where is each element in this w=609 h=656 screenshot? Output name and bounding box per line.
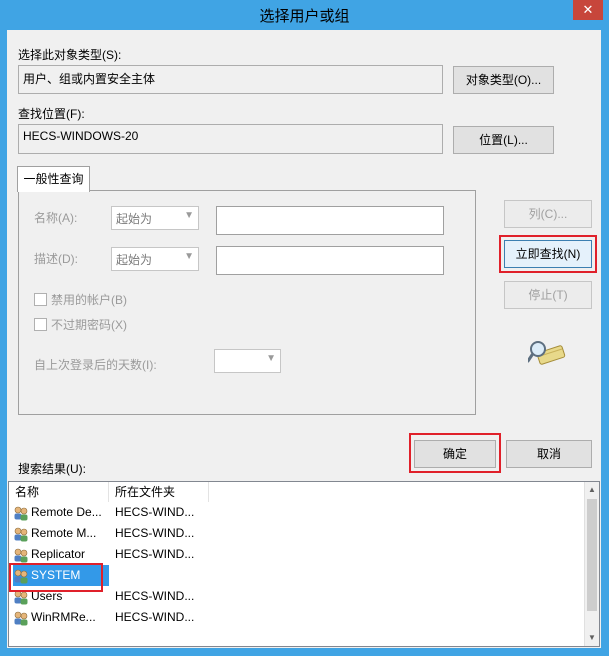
row-name-cell: Remote De... <box>13 502 109 523</box>
search-results-label: 搜索结果(U): <box>18 462 86 476</box>
row-name-cell: WinRMRe... <box>13 607 109 628</box>
close-button[interactable]: ✕ <box>573 0 603 20</box>
title-bar[interactable]: 选择用户或组 ✕ <box>0 0 609 30</box>
name-match-value: 起始为 <box>116 212 153 226</box>
cancel-button[interactable]: 取消 <box>506 440 592 468</box>
vertical-scrollbar[interactable]: ▲ ▼ <box>584 482 599 646</box>
object-types-button[interactable]: 对象类型(O)... <box>453 66 554 94</box>
magnifier-search-icon <box>528 341 566 365</box>
select-users-dialog: 选择用户或组 ✕ 选择此对象类型(S): 用户、组或内置安全主体 对象类型(O)… <box>0 0 609 656</box>
table-row[interactable]: Remote M... HECS-WIND... <box>9 523 589 544</box>
window-title: 选择用户或组 <box>259 8 350 25</box>
row-name-cell: Remote M... <box>13 523 109 544</box>
object-type-label: 选择此对象类型(S): <box>18 48 122 62</box>
row-name: Remote De... <box>31 505 102 519</box>
name-label: 名称(A): <box>34 211 78 225</box>
row-name-cell: Users <box>13 586 109 607</box>
object-type-field: 用户、组或内置安全主体 <box>18 65 443 94</box>
days-since-logon-label: 自上次登录后的天数(I): <box>34 358 157 372</box>
close-icon: ✕ <box>582 2 594 17</box>
columns-button[interactable]: 列(C)... <box>504 200 592 228</box>
row-name: Replicator <box>31 547 86 561</box>
row-name: Remote M... <box>31 526 97 540</box>
chevron-down-icon: ▼ <box>184 251 194 262</box>
table-row[interactable]: WinRMRe... HECS-WIND... <box>9 607 589 628</box>
row-name: SYSTEM <box>31 568 81 582</box>
scroll-up-icon[interactable]: ▲ <box>585 482 599 498</box>
scroll-down-icon[interactable]: ▼ <box>585 630 599 646</box>
location-field: HECS-WINDOWS-20 <box>18 124 443 154</box>
name-match-select[interactable]: 起始为 ▼ <box>111 206 199 230</box>
days-since-logon-select[interactable]: ▼ <box>214 349 281 373</box>
location-label: 查找位置(F): <box>18 107 85 121</box>
description-match-value: 起始为 <box>116 253 153 267</box>
description-input[interactable] <box>216 246 444 275</box>
row-name: Users <box>31 589 63 603</box>
user-group-icon <box>14 611 28 625</box>
row-folder: HECS-WIND... <box>115 589 195 603</box>
user-group-icon <box>14 506 28 520</box>
find-now-button[interactable]: 立即查找(N) <box>504 240 592 268</box>
row-folder: HECS-WIND... <box>115 547 195 561</box>
name-input[interactable] <box>216 206 444 235</box>
description-label: 描述(D): <box>34 252 78 266</box>
checkbox-box <box>34 318 47 331</box>
user-group-icon <box>14 548 28 562</box>
table-row[interactable]: SYSTEM <box>9 565 589 586</box>
row-name-cell: SYSTEM <box>13 565 109 586</box>
search-results-list[interactable]: 名称 所在文件夹 Remote De... HECS-WIND... Remote … <box>8 481 600 647</box>
scrollbar-thumb[interactable] <box>587 499 597 611</box>
row-name: WinRMRe... <box>31 610 96 624</box>
non-expiring-password-label: 不过期密码(X) <box>51 318 127 332</box>
description-match-select[interactable]: 起始为 ▼ <box>111 247 199 271</box>
checkbox-box <box>34 293 47 306</box>
column-header-name[interactable]: 名称 <box>9 482 109 502</box>
locations-button[interactable]: 位置(L)... <box>453 126 554 154</box>
common-queries-panel: 名称(A): 起始为 ▼ 描述(D): 起始为 ▼ 禁用的帐户(B) 不过期密码… <box>18 190 476 415</box>
ok-button[interactable]: 确定 <box>414 440 496 468</box>
disabled-accounts-checkbox[interactable]: 禁用的帐户(B) <box>34 291 127 308</box>
row-folder: HECS-WIND... <box>115 610 195 624</box>
row-name-cell: Replicator <box>13 544 109 565</box>
table-row[interactable]: Users HECS-WIND... <box>9 586 589 607</box>
chevron-down-icon: ▼ <box>184 210 194 221</box>
table-row[interactable]: Replicator HECS-WIND... <box>9 544 589 565</box>
row-folder: HECS-WIND... <box>115 505 195 519</box>
row-folder: HECS-WIND... <box>115 526 195 540</box>
dialog-client-area: 选择此对象类型(S): 用户、组或内置安全主体 对象类型(O)... 查找位置(… <box>7 30 601 648</box>
user-group-icon <box>14 590 28 604</box>
table-row[interactable]: Remote De... HECS-WIND... <box>9 502 589 523</box>
user-group-icon <box>14 527 28 541</box>
non-expiring-password-checkbox[interactable]: 不过期密码(X) <box>34 316 127 333</box>
stop-button[interactable]: 停止(T) <box>504 281 592 309</box>
chevron-down-icon: ▼ <box>266 353 276 364</box>
disabled-accounts-label: 禁用的帐户(B) <box>51 293 127 307</box>
user-group-icon <box>14 569 28 583</box>
tab-common-queries[interactable]: 一般性查询 <box>17 166 90 192</box>
column-header-folder[interactable]: 所在文件夹 <box>109 482 209 502</box>
